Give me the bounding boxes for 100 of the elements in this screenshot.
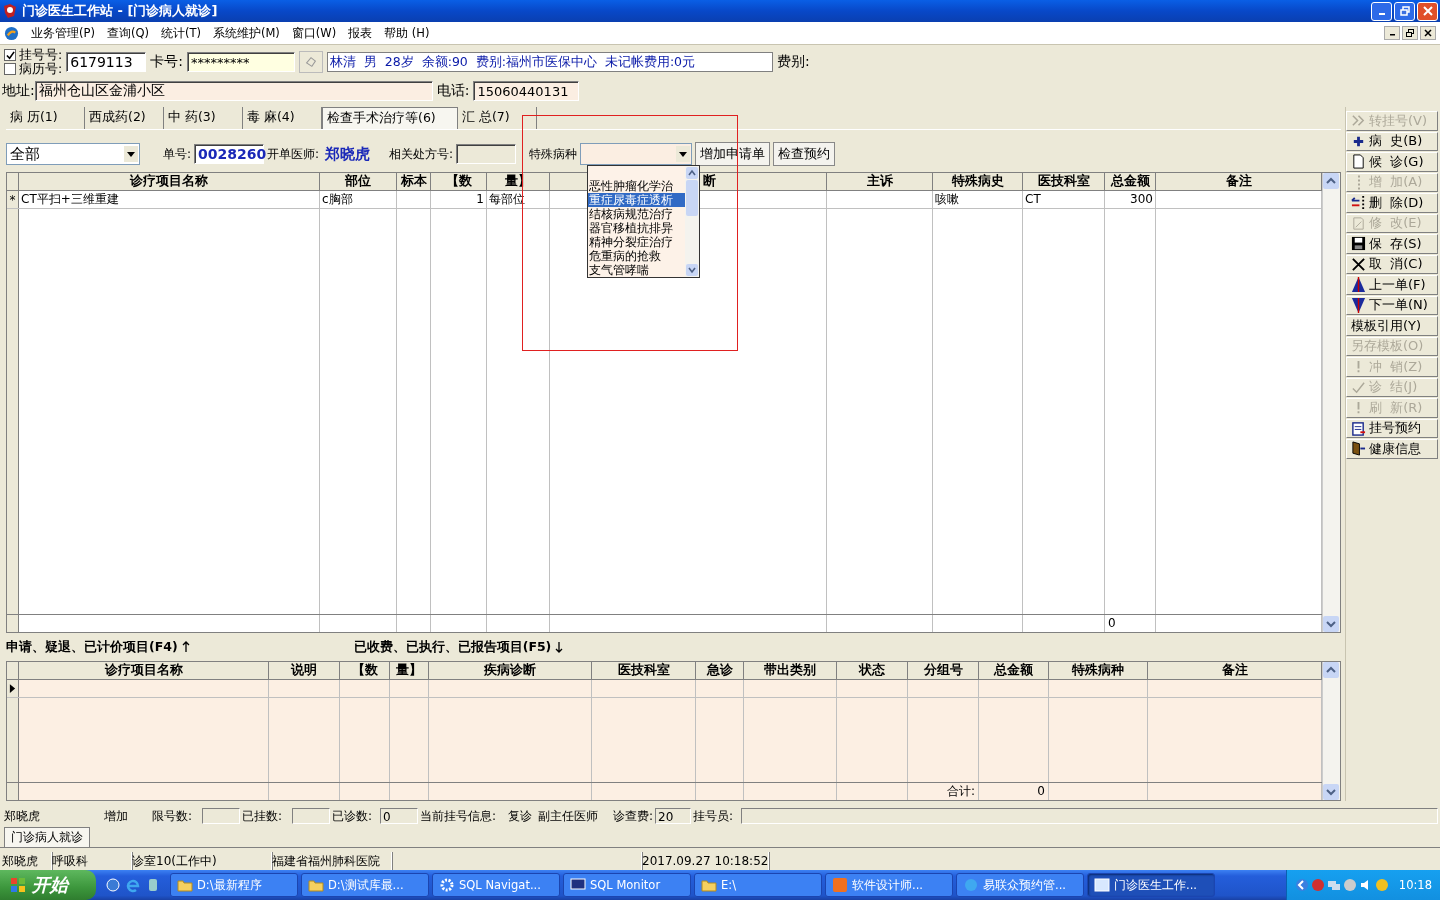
- scrollbar[interactable]: [1322, 662, 1340, 800]
- tab[interactable]: 检查手术治疗等(6): [322, 107, 458, 129]
- double-chevron-icon: [1351, 113, 1366, 129]
- taskbar-button[interactable]: SQL Monitor: [563, 873, 691, 897]
- menu-item[interactable]: 窗口(W): [291, 25, 337, 41]
- checkbox[interactable]: [4, 63, 16, 75]
- dropdown-option[interactable]: 危重病的抢救: [588, 249, 685, 263]
- address-field[interactable]: 福州仓山区金浦小区: [34, 81, 433, 101]
- column-header[interactable]: 带出类别: [744, 662, 837, 679]
- taskbar-button[interactable]: 软件设计师...: [825, 873, 953, 897]
- dropdown-option[interactable]: 结核病规范治疗: [588, 207, 685, 221]
- column-header[interactable]: 特殊病史: [933, 173, 1023, 190]
- menu-item[interactable]: 统计(T): [160, 25, 201, 41]
- toolbar-button[interactable]: 检查预约: [773, 142, 836, 166]
- tab[interactable]: 病 历(1): [6, 107, 85, 129]
- menu-item[interactable]: 系统维护(M): [212, 25, 280, 41]
- column-header[interactable]: 主诉: [827, 173, 933, 190]
- side-button[interactable]: 病 史(B): [1346, 131, 1438, 151]
- column-header[interactable]: 总金额: [979, 662, 1049, 679]
- dropdown-option[interactable]: 器官移植抗排异: [588, 221, 685, 235]
- tab[interactable]: 中 药(3): [164, 107, 243, 129]
- browser-icon[interactable]: [125, 877, 141, 893]
- tray-expand-icon[interactable]: [1294, 878, 1309, 892]
- side-button[interactable]: 保 存(S): [1346, 234, 1438, 254]
- side-button[interactable]: 下一单(N): [1346, 295, 1438, 315]
- scrollbar[interactable]: [685, 166, 699, 277]
- column-header[interactable]: 量】: [390, 662, 429, 679]
- network-icon[interactable]: [1326, 878, 1341, 892]
- column-header[interactable]: 标本: [397, 173, 431, 190]
- special-disease-dropdown[interactable]: [580, 143, 693, 165]
- table-cell: 咳嗽: [933, 191, 1023, 208]
- column-header[interactable]: 【数: [340, 662, 390, 679]
- tray-app-icon[interactable]: [1342, 878, 1357, 892]
- side-button[interactable]: 健康信息: [1346, 439, 1438, 459]
- dropdown-option[interactable]: 恶性肿瘤化学治: [588, 179, 685, 193]
- column-header[interactable]: 诊疗项目名称: [19, 662, 269, 679]
- taskbar-button[interactable]: 门诊医生工作...: [1087, 873, 1215, 897]
- side-button[interactable]: 挂号预约: [1346, 418, 1438, 438]
- minimize-button[interactable]: [1384, 26, 1400, 40]
- menu-item[interactable]: 查询(Q): [106, 25, 149, 41]
- down-arrow-icon: [555, 641, 564, 653]
- taskbar-button[interactable]: E:\: [694, 873, 822, 897]
- scrollbar[interactable]: [1322, 173, 1340, 632]
- document-tab[interactable]: 门诊病人就诊: [4, 827, 90, 847]
- taskbar-button[interactable]: 易联众预约管...: [956, 873, 1084, 897]
- column-header[interactable]: 【数: [431, 173, 487, 190]
- tab[interactable]: 西成药(2): [85, 107, 164, 129]
- column-header[interactable]: 诊疗项目名称: [19, 173, 320, 190]
- menu-item[interactable]: 业务管理(P): [31, 25, 95, 41]
- phone-field[interactable]: 15060440131: [473, 81, 580, 101]
- column-header[interactable]: 急诊: [696, 662, 744, 679]
- filter-dropdown[interactable]: 全部: [6, 143, 140, 165]
- column-header[interactable]: 医技科室: [592, 662, 696, 679]
- status-text: 已挂数:: [241, 808, 284, 824]
- remove-row-icon: [1351, 195, 1366, 211]
- card-field[interactable]: *********: [186, 52, 295, 72]
- column-header[interactable]: 状态: [837, 662, 908, 679]
- scroll-up-icon: [1323, 662, 1339, 678]
- column-header[interactable]: 分组号: [908, 662, 979, 679]
- taskbar-button[interactable]: SQL Navigat...: [432, 873, 560, 897]
- taskbar-button[interactable]: D:\测试库最...: [301, 873, 429, 897]
- tab[interactable]: 汇 总(7): [458, 107, 537, 129]
- close-button[interactable]: [1420, 26, 1436, 40]
- side-button[interactable]: 删 除(D): [1346, 193, 1438, 213]
- tray-app-icon[interactable]: [1374, 878, 1389, 892]
- menu-item[interactable]: 帮助 (H): [384, 25, 430, 41]
- side-button[interactable]: 上一单(F): [1346, 275, 1438, 295]
- column-header[interactable]: 医技科室: [1023, 173, 1105, 190]
- card-reader-button[interactable]: [298, 51, 323, 73]
- folder-icon: [308, 877, 324, 893]
- side-button[interactable]: 取 消(C): [1346, 254, 1438, 274]
- up-arrow-icon: [181, 641, 190, 653]
- dropdown-option[interactable]: 精神分裂症治疗: [588, 235, 685, 249]
- side-button[interactable]: 模板引用(Y): [1346, 316, 1438, 336]
- checkbox-label: 挂号号:: [19, 46, 63, 62]
- clipboard-icon: [1351, 420, 1366, 436]
- section-label[interactable]: 申请、疑退、已计价项目(F4): [6, 638, 178, 656]
- order-number-field[interactable]: 0028260: [194, 144, 265, 164]
- taskbar-button[interactable]: D:\最新程序: [170, 873, 298, 897]
- desktop-icon[interactable]: [105, 877, 121, 893]
- status-text: 挂号员:: [692, 808, 735, 824]
- related-prescription-field[interactable]: [456, 144, 517, 164]
- column-header[interactable]: 部位: [320, 173, 397, 190]
- dropdown-option[interactable]: 重症尿毒症透析: [588, 193, 685, 207]
- side-button[interactable]: 候 诊(G): [1346, 152, 1438, 172]
- column-header[interactable]: 疾病诊断: [429, 662, 592, 679]
- scroll-up-icon: [1323, 173, 1339, 189]
- restore-button[interactable]: [1402, 26, 1418, 40]
- column-header[interactable]: 说明: [269, 662, 340, 679]
- tray-app-icon[interactable]: [1310, 878, 1325, 892]
- column-header[interactable]: 特殊病种: [1049, 662, 1148, 679]
- checkbox[interactable]: [4, 49, 16, 61]
- menu-item[interactable]: 报表: [348, 25, 373, 41]
- id-field[interactable]: 6179113: [66, 52, 147, 72]
- scroll-down-icon: [1323, 616, 1339, 632]
- dropdown-option[interactable]: 支气管哮喘: [588, 263, 685, 277]
- scroll-thumb[interactable]: [686, 180, 698, 216]
- section-label[interactable]: 已收费、已执行、已报告项目(F5): [353, 638, 552, 656]
- status-text: 复诊: [507, 808, 533, 824]
- column-header[interactable]: 总金额: [1105, 173, 1156, 190]
